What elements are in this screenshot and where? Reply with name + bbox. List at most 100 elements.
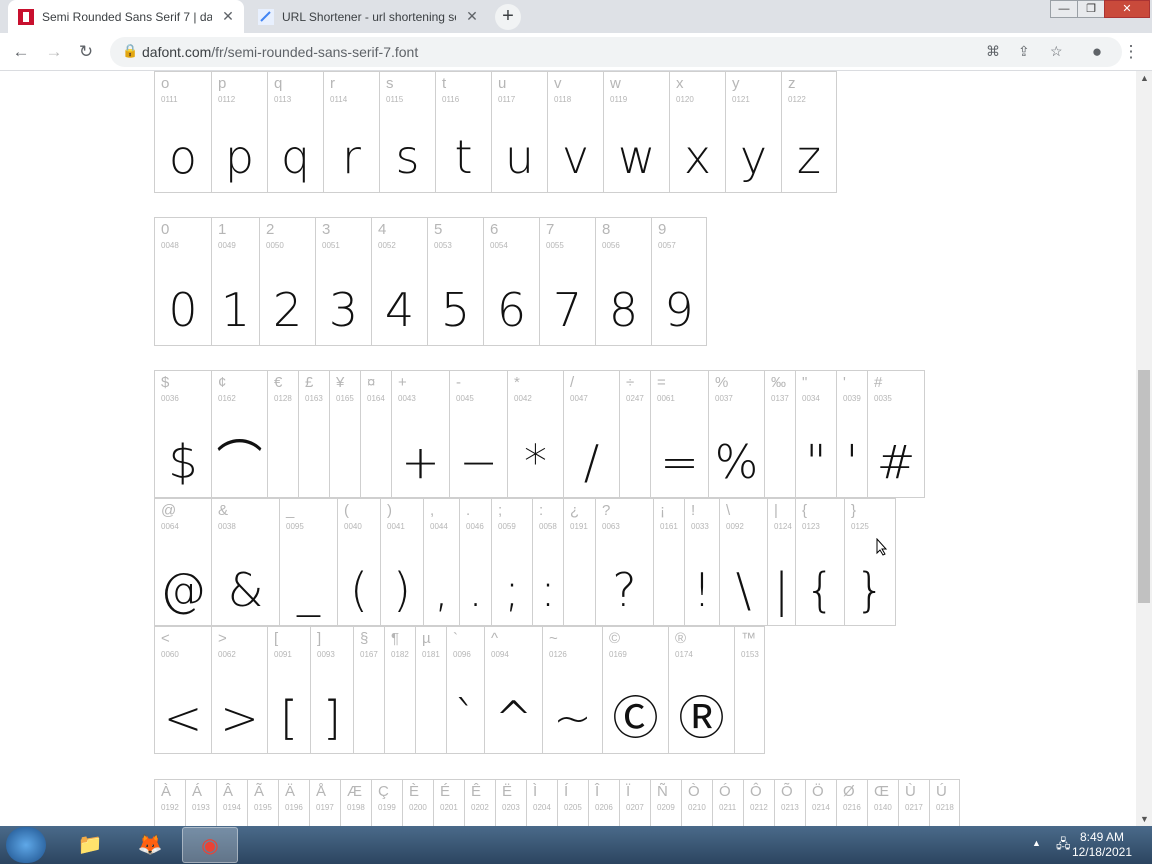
glyph-code-label: 0038 xyxy=(218,522,236,531)
glyph-cell: Ñ 0209 xyxy=(650,779,681,826)
glyph-preview: 4 xyxy=(384,283,415,337)
tab-dafont[interactable]: Semi Rounded Sans Serif 7 | dafont.com ✕ xyxy=(8,0,244,33)
tab-close-icon[interactable]: ✕ xyxy=(464,8,480,25)
glyph-code-label: 0036 xyxy=(161,394,179,403)
glyph-code-label: 0054 xyxy=(490,241,508,250)
url-text[interactable]: dafont.com/fr/semi-rounded-sans-serif-7.… xyxy=(142,44,418,60)
glyph-cell: ¥0165 xyxy=(329,370,360,498)
glyph-cell: 8 0056 8 xyxy=(595,217,651,346)
glyph-char-label: © xyxy=(609,630,621,647)
glyph-cell: {0123 { xyxy=(795,498,844,626)
glyph-char-label: Ú xyxy=(936,783,947,800)
glyph-cell: Ö 0214 xyxy=(805,779,836,826)
glyph-code-label: 0091 xyxy=(274,650,292,659)
minimize-button[interactable]: — xyxy=(1050,0,1078,18)
glyph-code-label: 0034 xyxy=(802,394,820,403)
glyph-code-label: 0111 xyxy=(161,95,178,104)
new-tab-button[interactable]: + xyxy=(495,4,521,30)
glyph-char-label: Ä xyxy=(285,783,296,800)
glyph-preview: " xyxy=(805,435,827,489)
glyph-code-label: 0163 xyxy=(305,394,323,403)
glyph-cell: Æ 0198 xyxy=(340,779,371,826)
glyph-preview: 0 xyxy=(168,283,198,337)
file-explorer-icon[interactable]: 📁 xyxy=(62,827,118,863)
glyph-cell: 3 0051 3 xyxy=(315,217,371,346)
glyph-char-label: Æ xyxy=(347,783,362,800)
glyph-char-label: 9 xyxy=(658,221,667,238)
tab-url-shortener[interactable]: URL Shortener - url shortening service ✕ xyxy=(248,0,488,33)
close-window-button[interactable]: ✕ xyxy=(1104,0,1150,18)
bookmark-star-icon[interactable]: ☆ xyxy=(1050,43,1063,60)
glyph-char-label: ; xyxy=(498,502,503,519)
glyph-code-label: 0137 xyxy=(771,394,789,403)
glyph-preview: − xyxy=(459,435,498,489)
tray-expand-icon[interactable]: ▲ xyxy=(1032,838,1041,848)
glyph-preview: . xyxy=(468,563,483,617)
tab-title: URL Shortener - url shortening service xyxy=(282,9,456,24)
link-favicon-icon xyxy=(258,8,274,25)
network-icon[interactable]: 🖧 xyxy=(1056,835,1071,857)
clock[interactable]: 8:49 AM 12/18/2021 xyxy=(1072,830,1132,860)
glyph-code-label: 0113 xyxy=(274,95,292,104)
glyph-code-label: 0192 xyxy=(161,803,179,812)
glyph-preview: Ⓒ xyxy=(612,691,659,745)
back-icon[interactable]: ← xyxy=(10,41,32,63)
glyph-preview: 7 xyxy=(552,283,583,337)
glyph-cell: ^ 0094 ^ xyxy=(484,626,542,754)
glyph-cell: - 0045 − xyxy=(449,370,507,498)
glyph-cell: s 0115 s xyxy=(379,71,435,193)
glyph-code-label: 0093 xyxy=(317,650,335,659)
glyph-code-label: 0044 xyxy=(430,522,448,531)
lock-icon[interactable]: 🔒 xyxy=(122,43,138,59)
glyph-preview: \ xyxy=(735,563,752,617)
scroll-down-icon[interactable]: ▼ xyxy=(1140,814,1149,824)
chrome-icon[interactable]: ◉ xyxy=(182,827,238,863)
glyph-char-label: [ xyxy=(274,630,279,647)
glyph-char-label: \ xyxy=(726,502,731,519)
glyph-cell: o 0111 o xyxy=(154,71,211,193)
glyph-char-label: : xyxy=(539,502,544,519)
glyph-code-label: 0212 xyxy=(750,803,768,812)
glyph-code-label: 0167 xyxy=(360,650,378,659)
glyph-cell: = 0061 = xyxy=(650,370,708,498)
glyph-char-label: Î xyxy=(595,783,600,800)
glyph-code-label: 0217 xyxy=(905,803,923,812)
glyph-cell: Â 0194 xyxy=(216,779,247,826)
menu-kebab-icon[interactable]: ⋮ xyxy=(1120,41,1142,63)
tab-close-icon[interactable]: ✕ xyxy=(220,8,236,25)
glyph-code-label: 0046 xyxy=(466,522,484,531)
glyph-code-label: 0196 xyxy=(285,803,303,812)
glyph-code-label: 0045 xyxy=(456,394,474,403)
reload-icon[interactable]: ↻ xyxy=(75,41,97,63)
firefox-icon[interactable]: 🦊 xyxy=(122,827,178,863)
glyph-code-label: 0115 xyxy=(386,95,404,104)
glyph-char-label: Ë xyxy=(502,783,513,800)
glyph-char-label: Ã xyxy=(254,783,265,800)
share-icon[interactable]: ⇪ xyxy=(1018,43,1030,60)
clock-date: 12/18/2021 xyxy=(1071,845,1132,859)
address-bar[interactable]: 🔒 dafont.com/fr/semi-rounded-sans-serif-… xyxy=(110,37,1122,67)
glyph-cell: 5 0053 5 xyxy=(427,217,483,346)
scrollbar-thumb[interactable] xyxy=(1138,370,1150,603)
maximize-button[interactable]: ❐ xyxy=(1077,0,1105,18)
glyph-code-label: 0200 xyxy=(409,803,427,812)
glyph-preview: { xyxy=(805,563,835,617)
glyph-char-label: > xyxy=(218,630,227,647)
scroll-up-icon[interactable]: ▲ xyxy=(1140,73,1149,83)
translate-icon[interactable]: ⌘ xyxy=(986,43,1000,60)
glyph-char-label: Ï xyxy=(626,783,631,800)
glyph-char-label: ) xyxy=(387,502,392,519)
glyph-code-label: 0051 xyxy=(322,241,340,250)
glyph-cell: Ú 0218 xyxy=(929,779,960,826)
profile-avatar-icon[interactable]: ● xyxy=(1086,41,1108,63)
glyph-char-label: Œ xyxy=(874,783,889,800)
glyph-preview: } xyxy=(855,563,885,617)
glyph-char-label: Á xyxy=(192,783,203,800)
vertical-scrollbar[interactable]: ▲ ▼ xyxy=(1136,71,1152,826)
forward-icon[interactable]: → xyxy=(43,41,65,63)
glyph-code-label: 0120 xyxy=(676,95,694,104)
mouse-pointer-icon xyxy=(876,538,888,556)
start-button[interactable] xyxy=(6,827,46,863)
glyph-code-label: 0210 xyxy=(688,803,706,812)
glyph-char-label: & xyxy=(218,502,229,519)
